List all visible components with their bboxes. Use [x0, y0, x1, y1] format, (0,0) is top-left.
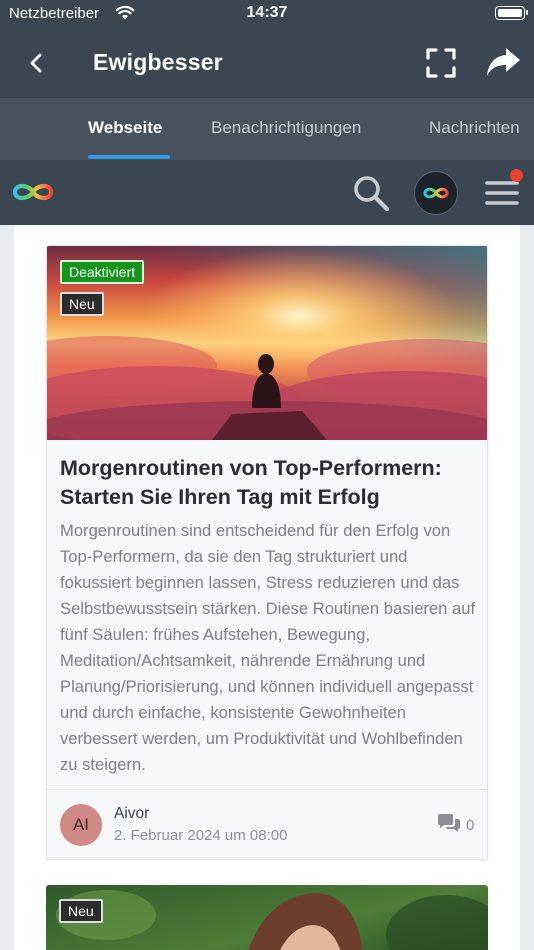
post-card-2[interactable]: Neu: [46, 885, 488, 950]
infinity-logo-icon[interactable]: [9, 178, 57, 206]
tab-nachrichten[interactable]: Nachrichten: [429, 118, 520, 138]
tab-webseite[interactable]: Webseite: [88, 118, 162, 138]
notification-dot: [510, 169, 523, 182]
status-bar: Netzbetreiber 14:37: [0, 0, 534, 28]
active-tab-indicator: [88, 155, 170, 159]
avatar[interactable]: AI: [60, 804, 102, 846]
site-header: [0, 160, 534, 225]
tab-benachrichtigungen[interactable]: Benachrichtigungen: [211, 118, 361, 138]
post-date: 2. Februar 2024 um 08:00: [114, 827, 288, 844]
fullscreen-icon[interactable]: [424, 46, 458, 80]
navigation-bar: Ewigbesser: [0, 28, 534, 98]
post-title[interactable]: Morgenroutinen von Top-Performern: Start…: [60, 454, 480, 512]
search-icon[interactable]: [351, 173, 391, 213]
infinity-avatar-icon[interactable]: [414, 171, 458, 215]
badge-neu: Neu: [60, 292, 104, 316]
post-image-2[interactable]: [46, 885, 488, 950]
clock: 14:37: [246, 4, 288, 21]
comments-count: 0: [466, 817, 475, 834]
content-area: Deaktiviert Neu Morgenroutinen von Top-P…: [0, 225, 534, 950]
share-arrow-icon[interactable]: [484, 45, 522, 81]
status-badge-deaktiviert: Deaktiviert: [60, 260, 145, 284]
badge-neu-2: Neu: [59, 899, 103, 923]
post-excerpt: Morgenroutinen sind entscheidend für den…: [60, 521, 476, 774]
tab-bar: Webseite Benachrichtigungen Nachrichten: [0, 98, 534, 160]
page-title: Ewigbesser: [93, 49, 223, 75]
comments-icon[interactable]: [436, 813, 462, 835]
chevron-left-icon[interactable]: [22, 48, 52, 78]
divider: [47, 789, 487, 790]
battery-icon: [495, 6, 528, 20]
author-name[interactable]: Aivor: [114, 805, 149, 823]
post-card[interactable]: Deaktiviert Neu Morgenroutinen von Top-P…: [46, 245, 488, 860]
